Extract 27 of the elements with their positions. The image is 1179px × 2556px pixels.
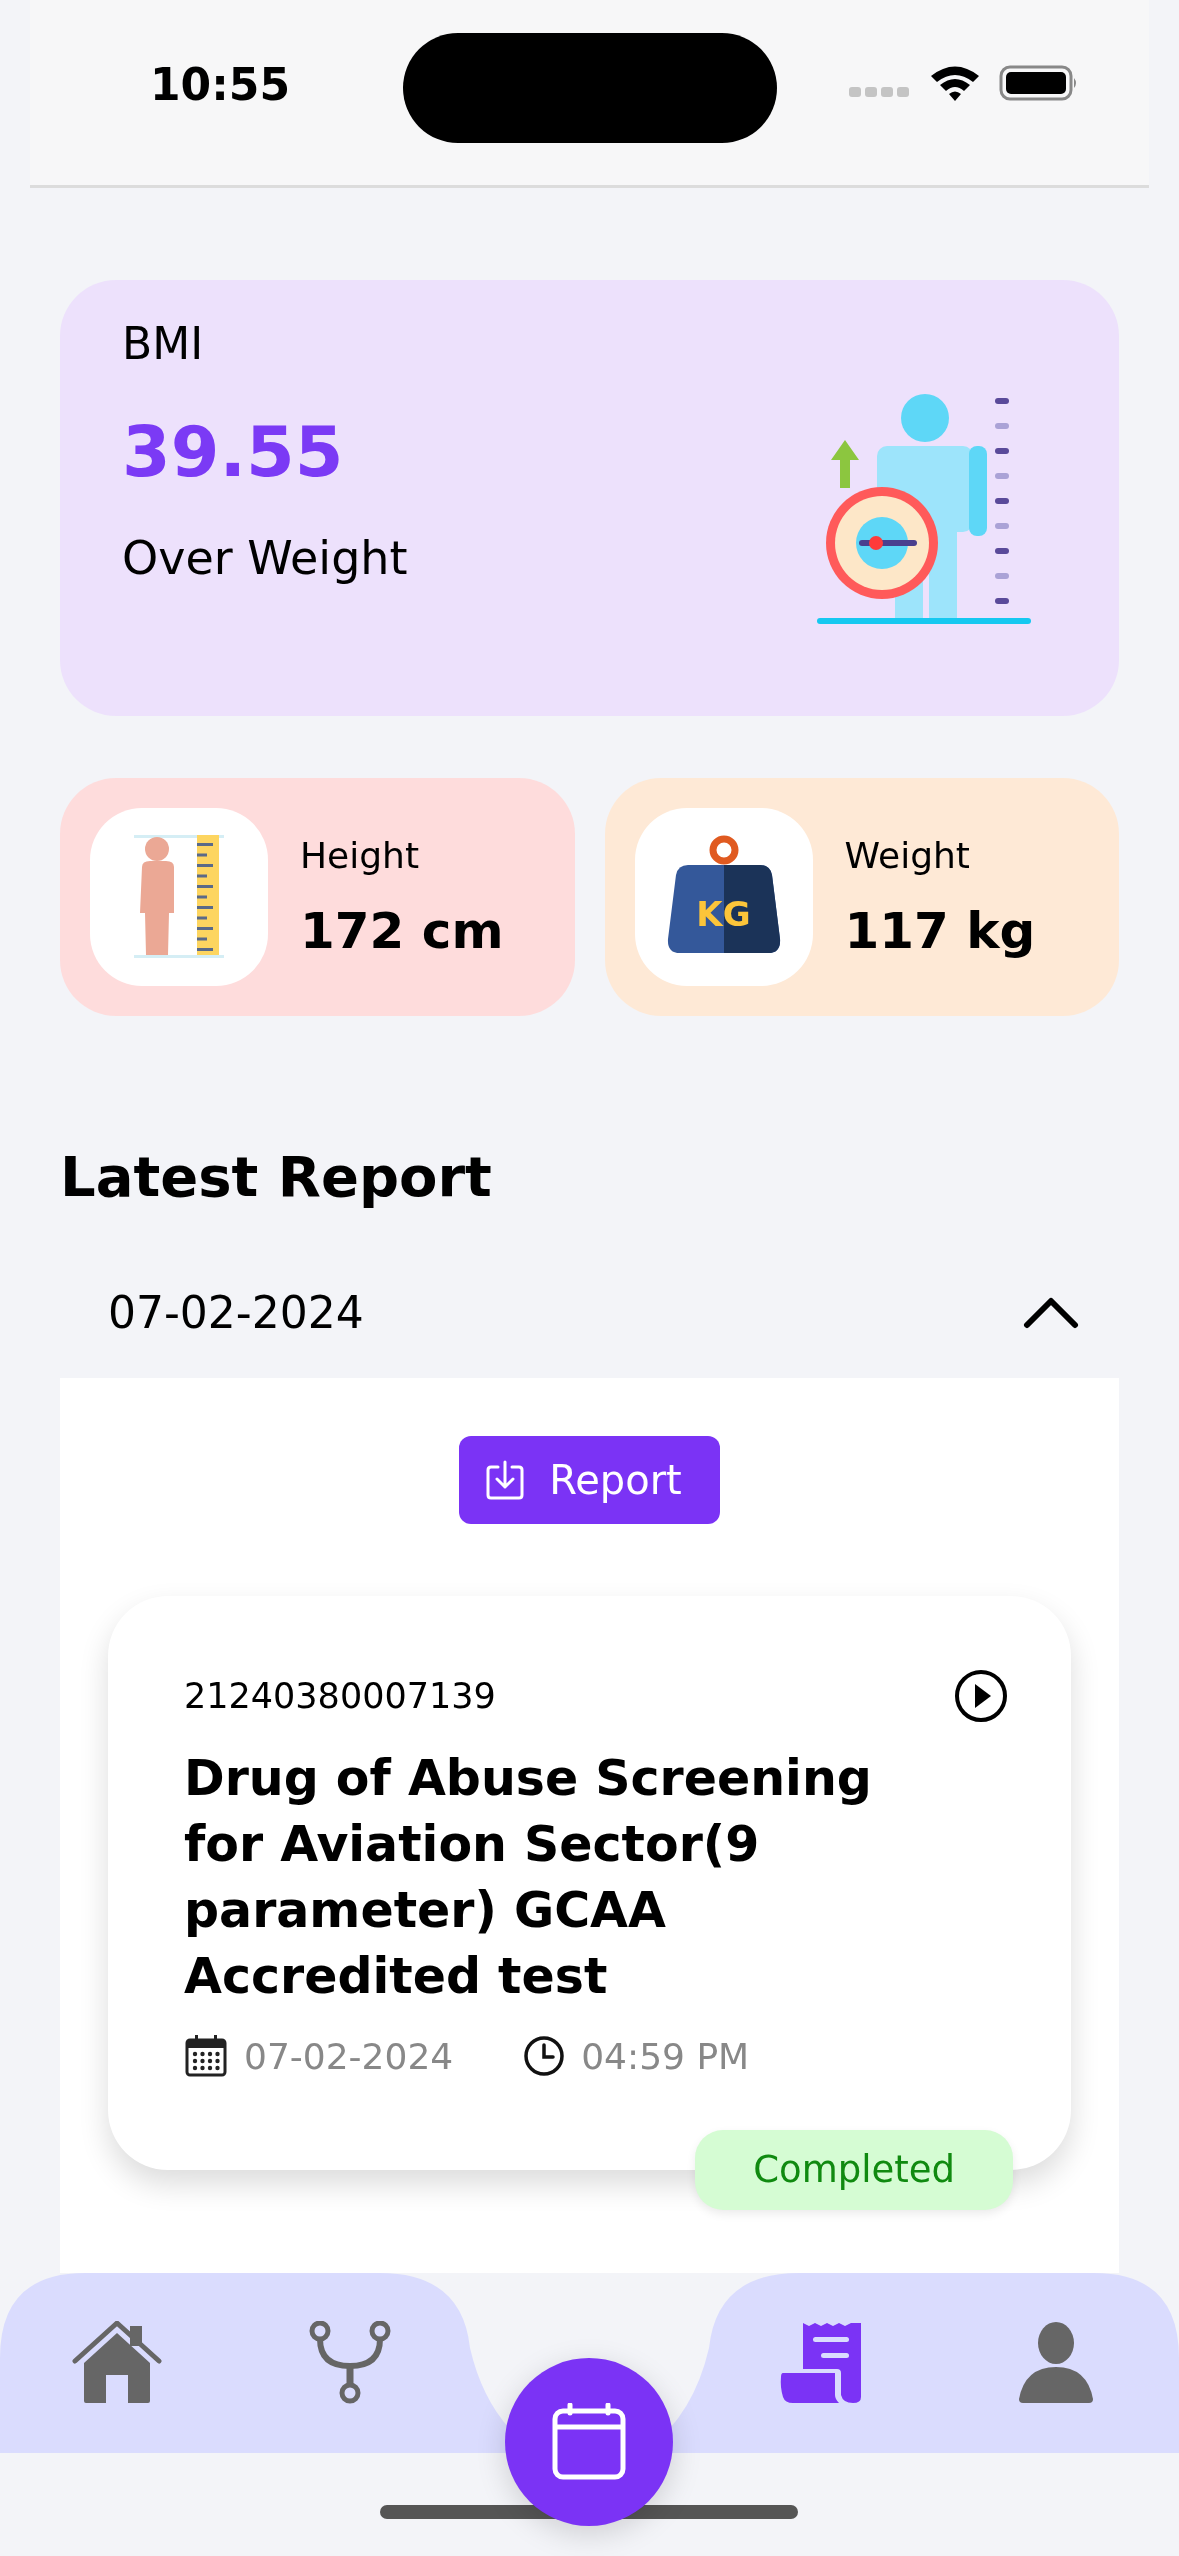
metric-label: Height [300, 834, 419, 876]
download-icon [485, 1459, 526, 1501]
metric-value: 172 cm [300, 901, 504, 960]
test-time: 04:59 PM [581, 2035, 750, 2077]
home-tab[interactable] [72, 2321, 162, 2405]
bmi-category: Over Weight [122, 531, 408, 585]
test-date: 07-02-2024 [244, 2035, 454, 2077]
status-badge: Completed [695, 2130, 1013, 2210]
calendar-icon [551, 2403, 627, 2481]
height-measure-icon [134, 835, 224, 959]
clock-icon [523, 2035, 566, 2077]
chevron-icon[interactable] [1023, 1295, 1079, 1329]
status-time: 10:55 [150, 59, 291, 110]
signal-icon [849, 84, 911, 99]
download-report-button[interactable]: Report [459, 1436, 720, 1524]
test-name: Drug of Abuse Screening for Aviation Sector(9 parameter) GCAA Accredited test [184, 1749, 873, 2007]
home-icon [72, 2321, 162, 2405]
section-title: Latest Report [60, 1143, 493, 1211]
metric-label: Weight [844, 834, 970, 876]
weight-unit-label: KG [695, 897, 752, 931]
report-date: 07-02-2024 [108, 1286, 364, 1338]
play-icon[interactable] [953, 1668, 1009, 1724]
bmi-label: BMI [122, 318, 204, 369]
test-id: 21240380007139 [184, 1676, 496, 1716]
metric-value: 117 kg [844, 901, 1036, 960]
calendar-icon [184, 2034, 228, 2078]
bmi-value: 39.55 [122, 411, 344, 493]
